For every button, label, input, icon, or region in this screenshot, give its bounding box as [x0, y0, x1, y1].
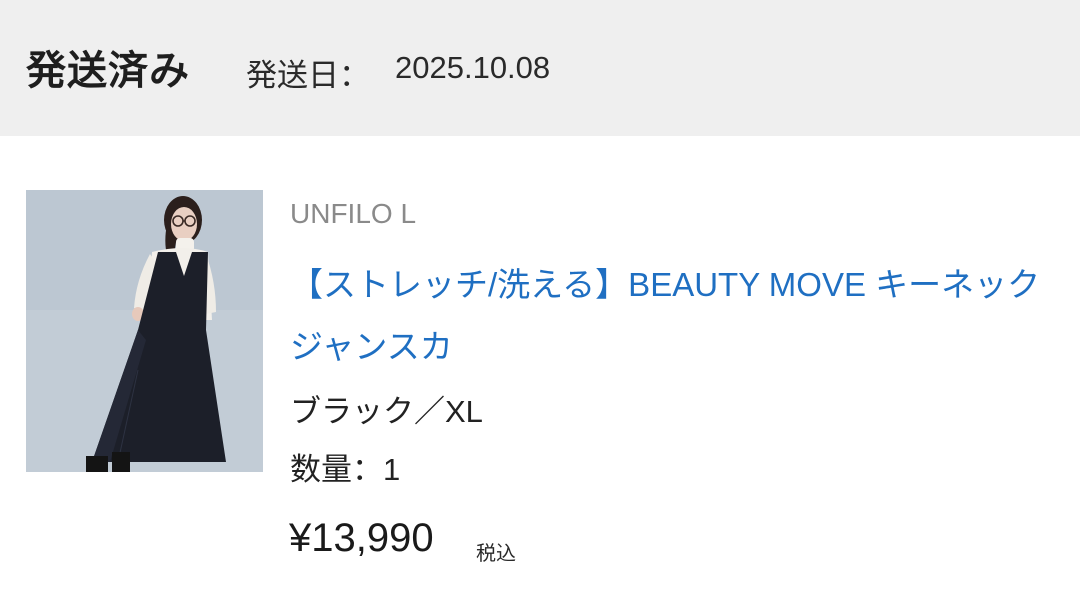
product-image[interactable] — [26, 190, 263, 472]
product-name-link[interactable]: 【ストレッチ/洗える】BEAUTY MOVE キーネックジャンスカ — [290, 254, 1060, 378]
brand-name: UNFILO L — [290, 198, 417, 229]
product-price: ¥13,990 — [289, 516, 434, 560]
order-item-card: UNFILO L 【ストレッチ/洗える】BEAUTY MOVE キーネックジャン… — [0, 136, 1080, 598]
product-photo-illustration — [26, 190, 263, 472]
ship-date-value: 2025.10.08 — [395, 50, 551, 85]
product-quantity: 数量：1 — [290, 452, 401, 487]
tax-included-note: 税込 — [476, 543, 516, 565]
ship-date-label: 発送日： — [246, 58, 370, 93]
product-variant: ブラック／XL — [290, 394, 483, 429]
order-status-header: 発送済み 発送日： 2025.10.08 — [0, 0, 1080, 136]
shipping-status: 発送済み — [26, 49, 190, 93]
